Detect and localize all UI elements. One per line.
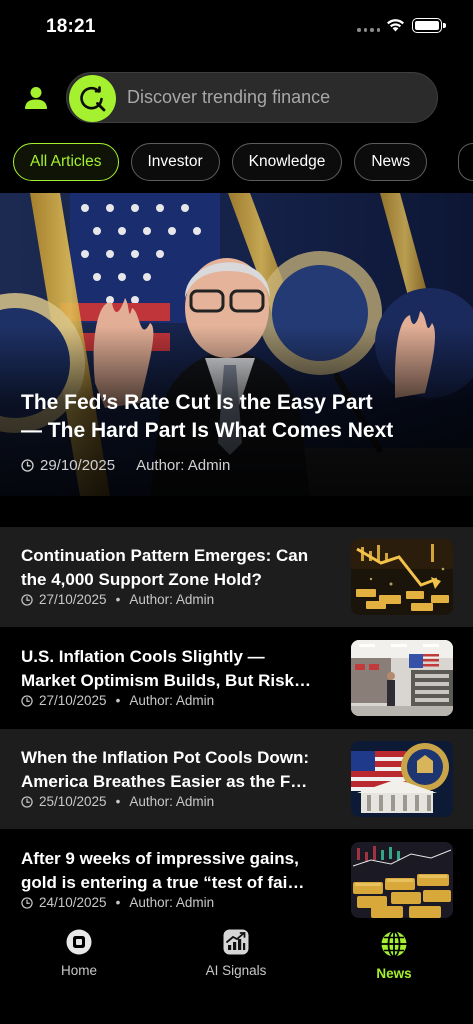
- nav-ai-signals-label: AI Signals: [205, 963, 267, 978]
- meta-separator: •: [115, 592, 121, 607]
- globe-icon: [381, 930, 407, 958]
- featured-meta: 29/10/2025 Author: Admin: [21, 457, 230, 474]
- clock-icon: [21, 896, 33, 909]
- status-bar: 18:21: [0, 0, 473, 52]
- gold-bars-image: [351, 842, 453, 918]
- nav-news[interactable]: News: [334, 930, 454, 981]
- article-title: After 9 weeks of impressive gains, gold …: [21, 847, 339, 895]
- article-list: Continuation Pattern Emerges: Can the 4,…: [0, 527, 473, 931]
- featured-title-line-1: The Fed’s Rate Cut Is the Easy Part: [21, 391, 373, 414]
- article-meta: 27/10/2025 • Author: Admin: [21, 592, 214, 607]
- search-refresh-icon: [80, 86, 106, 112]
- battery-icon: [412, 18, 446, 33]
- search-bar[interactable]: [66, 72, 438, 123]
- article-title-line-1: When the Inflation Pot Cools Down:: [21, 748, 310, 767]
- clock-icon: [21, 593, 33, 606]
- article-author: Author: Admin: [129, 794, 215, 809]
- article-title-line-2: the 4,000 Support Zone Hold?: [21, 570, 262, 589]
- wifi-icon: [387, 19, 404, 32]
- nav-home-label: Home: [60, 963, 97, 978]
- article-date: 27/10/2025: [39, 592, 107, 607]
- article-date: 27/10/2025: [39, 693, 107, 708]
- status-time: 18:21: [46, 16, 96, 37]
- featured-title: The Fed’s Rate Cut Is the Easy Part — Th…: [21, 389, 461, 445]
- article-title-line-1: Continuation Pattern Emerges: Can: [21, 546, 309, 565]
- article-thumbnail: [351, 842, 453, 918]
- supermarket-image: [351, 640, 453, 716]
- article-title-line-1: After 9 weeks of impressive gains,: [21, 849, 299, 868]
- featured-title-line-2: — The Hard Part Is What Comes Next: [21, 419, 394, 442]
- meta-separator: •: [115, 693, 121, 708]
- article-row[interactable]: After 9 weeks of impressive gains, gold …: [0, 830, 473, 931]
- meta-separator: •: [115, 895, 121, 910]
- signal-dots-icon: [357, 28, 380, 32]
- tab-investor[interactable]: Investor: [130, 143, 220, 181]
- article-title-line-2: Market Optimism Builds, But Risk…: [21, 671, 311, 690]
- nav-ai-signals[interactable]: AI Signals: [176, 928, 296, 978]
- nav-news-label: News: [376, 966, 412, 981]
- clock-icon: [21, 795, 33, 808]
- article-author: Author: Admin: [129, 693, 215, 708]
- article-meta: 27/10/2025 • Author: Admin: [21, 693, 214, 708]
- article-thumbnail: [351, 539, 453, 615]
- article-meta: 24/10/2025 • Author: Admin: [21, 895, 214, 910]
- article-title-line-2: gold is entering a true “test of fai…: [21, 873, 305, 892]
- article-title: When the Inflation Pot Cools Down: Ameri…: [21, 746, 339, 794]
- article-meta: 25/10/2025 • Author: Admin: [21, 794, 214, 809]
- article-title-line-2: America Breathes Easier as the F…: [21, 772, 308, 791]
- article-row[interactable]: Continuation Pattern Emerges: Can the 4,…: [0, 527, 473, 628]
- featured-date: 29/10/2025: [40, 457, 116, 474]
- article-date: 24/10/2025: [39, 895, 107, 910]
- search-button[interactable]: [69, 75, 116, 122]
- article-title: Continuation Pattern Emerges: Can the 4,…: [21, 544, 339, 592]
- article-date: 25/10/2025: [39, 794, 107, 809]
- article-row[interactable]: When the Inflation Pot Cools Down: Ameri…: [0, 729, 473, 830]
- search-input[interactable]: [127, 73, 427, 122]
- clock-icon: [21, 459, 34, 472]
- clock-icon: [21, 694, 33, 707]
- meta-separator: •: [115, 794, 121, 809]
- article-title-line-1: U.S. Inflation Cools Slightly —: [21, 647, 265, 666]
- article-thumbnail: [351, 741, 453, 817]
- article-title: U.S. Inflation Cools Slightly — Market O…: [21, 645, 339, 693]
- home-icon: [66, 929, 92, 955]
- tab-news[interactable]: News: [354, 143, 428, 181]
- tab-all-articles[interactable]: All Articles: [13, 143, 119, 181]
- nav-home[interactable]: Home: [19, 928, 139, 978]
- user-icon: [25, 87, 47, 109]
- gold-chart-image: [351, 539, 453, 615]
- federal-reserve-image: [351, 741, 453, 817]
- bottom-nav: Home AI Signals News: [0, 918, 473, 1024]
- tab-knowledge[interactable]: Knowledge: [231, 143, 343, 181]
- featured-article[interactable]: The Fed’s Rate Cut Is the Easy Part — Th…: [0, 193, 473, 496]
- featured-author: Author: Admin: [136, 457, 231, 474]
- category-tabs: All Articles Investor Knowledge News: [13, 143, 428, 181]
- article-author: Author: Admin: [129, 895, 215, 910]
- tab-partial[interactable]: [458, 143, 473, 181]
- article-author: Author: Admin: [129, 592, 215, 607]
- article-thumbnail: [351, 640, 453, 716]
- chart-icon: [223, 929, 249, 955]
- profile-button[interactable]: [22, 84, 50, 112]
- article-row[interactable]: U.S. Inflation Cools Slightly — Market O…: [0, 628, 473, 729]
